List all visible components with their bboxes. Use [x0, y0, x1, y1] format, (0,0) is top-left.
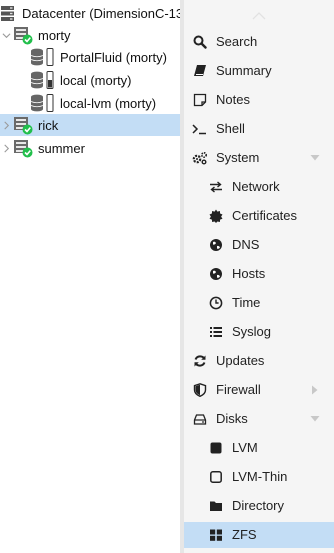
- nav-item-certificates[interactable]: Certificates: [184, 203, 334, 229]
- nav-item-directory[interactable]: Directory: [184, 493, 334, 519]
- tree-storage-local[interactable]: local (morty): [0, 69, 180, 91]
- nav-item-label: LVM-Thin: [232, 469, 288, 484]
- refresh-icon: [192, 353, 208, 369]
- nav-item-label: DNS: [232, 237, 260, 252]
- nav-item-system[interactable]: System: [184, 145, 334, 171]
- node-online-icon: [14, 117, 33, 135]
- caret-right-icon[interactable]: [310, 385, 320, 395]
- th-large-icon: [208, 527, 224, 543]
- nav-item-network[interactable]: Network: [184, 174, 334, 200]
- tree-item-label: morty: [38, 27, 71, 43]
- node-nav-menu: Search Summary Notes Shell System Network Cert…: [184, 0, 334, 553]
- nav-item-label: Firewall: [216, 382, 261, 397]
- square-outline-icon: [208, 469, 224, 485]
- scroll-up-icon[interactable]: [184, 8, 334, 24]
- tree-node-rick[interactable]: rick: [0, 114, 180, 136]
- shield-icon: [192, 382, 208, 398]
- tree-storage-local-lvm[interactable]: local-lvm (morty): [0, 92, 180, 114]
- exchange-icon: [208, 179, 224, 195]
- sticky-note-icon: [192, 92, 208, 108]
- book-icon: [192, 63, 208, 79]
- chevron-right-icon[interactable]: [1, 120, 11, 130]
- list-icon: [208, 324, 224, 340]
- caret-down-icon[interactable]: [310, 153, 320, 163]
- tree-node-summer[interactable]: summer: [0, 137, 180, 159]
- hdd-icon: [192, 411, 208, 427]
- nav-item-label: Hosts: [232, 266, 266, 281]
- nav-item-label: Notes: [216, 92, 250, 107]
- clock-icon: [208, 295, 224, 311]
- tree-storage-portalfluid[interactable]: PortalFluid (morty): [0, 46, 180, 68]
- node-online-icon: [14, 27, 33, 45]
- square-icon: [208, 440, 224, 456]
- tree-item-label: rick: [38, 117, 59, 133]
- resource-tree: Datacenter (DimensionC-13 morty PortalFl…: [0, 0, 180, 553]
- nav-item-syslog[interactable]: Syslog: [184, 319, 334, 345]
- nav-item-hosts[interactable]: Hosts: [184, 261, 334, 287]
- nav-item-label: System: [216, 150, 260, 165]
- tree-item-datacenter[interactable]: Datacenter (DimensionC-13: [0, 2, 180, 24]
- database-icon: [30, 71, 54, 89]
- nav-item-notes[interactable]: Notes: [184, 87, 334, 113]
- nav-item-label: Updates: [216, 353, 265, 368]
- certificate-icon: [208, 208, 224, 224]
- nav-item-label: Syslog: [232, 324, 272, 339]
- database-icon: [30, 94, 54, 112]
- node-online-icon: [14, 140, 33, 158]
- tree-item-label: local (morty): [60, 72, 132, 88]
- tree-item-label: summer: [38, 140, 85, 156]
- nav-item-label: Time: [232, 295, 261, 310]
- nav-item-label: Shell: [216, 121, 245, 136]
- chevron-down-icon[interactable]: [1, 30, 11, 40]
- nav-item-label: Search: [216, 34, 258, 49]
- nav-item-label: Disks: [216, 411, 248, 426]
- nav-item-label: Summary: [216, 63, 272, 78]
- nav-item-search[interactable]: Search: [184, 29, 334, 55]
- tree-item-label: Datacenter (DimensionC-13: [22, 5, 180, 21]
- nav-item-label: ZFS: [232, 527, 257, 542]
- nav-item-shell[interactable]: Shell: [184, 116, 334, 142]
- nav-item-label: Network: [232, 179, 280, 194]
- nav-item-zfs[interactable]: ZFS: [184, 522, 334, 548]
- nav-item-lvm-thin[interactable]: LVM-Thin: [184, 464, 334, 490]
- folder-icon: [208, 498, 224, 514]
- nav-item-dns[interactable]: DNS: [184, 232, 334, 258]
- nav-item-lvm[interactable]: LVM: [184, 435, 334, 461]
- caret-down-icon[interactable]: [310, 414, 320, 424]
- nav-item-label: Certificates: [232, 208, 298, 223]
- search-icon: [192, 34, 208, 50]
- nav-item-summary[interactable]: Summary: [184, 58, 334, 84]
- terminal-icon: [192, 121, 208, 137]
- chevron-right-icon[interactable]: [1, 143, 11, 153]
- tree-node-morty[interactable]: morty: [0, 24, 180, 46]
- tree-item-label: local-lvm (morty): [60, 95, 157, 111]
- nav-item-time[interactable]: Time: [184, 290, 334, 316]
- server-rack-icon: [1, 6, 14, 21]
- cogs-icon: [192, 150, 208, 166]
- database-icon: [30, 48, 54, 66]
- nav-item-label: LVM: [232, 440, 258, 455]
- nav-item-firewall[interactable]: Firewall: [184, 377, 334, 403]
- nav-item-updates[interactable]: Updates: [184, 348, 334, 374]
- nav-item-disks[interactable]: Disks: [184, 406, 334, 432]
- globe-icon: [208, 237, 224, 253]
- tree-item-label: PortalFluid (morty): [60, 49, 167, 65]
- globe-icon: [208, 266, 224, 282]
- nav-item-label: Directory: [232, 498, 285, 513]
